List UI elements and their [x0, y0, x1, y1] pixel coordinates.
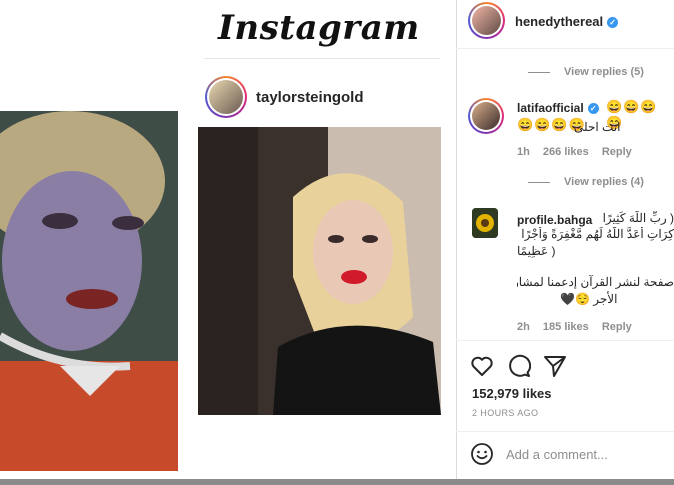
comment-text: انت احلى [574, 120, 621, 134]
comment-avatar[interactable] [472, 208, 498, 238]
comment-meta: 2h 185 likes Reply [517, 321, 642, 333]
comment-text: كِرَاتِ أَعَدَّ اللَّهُ لَهُم مَّغْفِرَة… [521, 227, 674, 241]
like-heart-icon[interactable] [470, 354, 494, 378]
instagram-logo: Instagram [218, 8, 420, 48]
comment-time[interactable]: 1h [517, 146, 530, 158]
replies-line-icon [528, 181, 550, 183]
sunflower-icon [472, 208, 498, 238]
divider [456, 48, 674, 49]
view-replies-button[interactable]: View replies (4) [528, 176, 644, 188]
verified-badge-icon: ✓ [587, 103, 599, 114]
comment-likes[interactable]: 266 likes [543, 146, 589, 158]
comment-meta: 1h 266 likes Reply [517, 146, 642, 158]
comment-text: صفحة لنشر القرآن إدعمنا لمشاركة [517, 275, 674, 289]
left-portrait-illustration [0, 111, 178, 471]
divider [456, 431, 674, 432]
share-paper-plane-icon[interactable] [543, 354, 567, 378]
post-photo [198, 127, 441, 415]
add-comment-input[interactable] [506, 444, 666, 464]
comment-text: ( عَظِيمًا [517, 244, 556, 258]
bottom-bar [0, 479, 674, 485]
view-replies-label[interactable]: View replies (5) [564, 66, 644, 78]
comment-text: الأجر 😌🖤 [560, 292, 618, 306]
view-replies-button[interactable]: View replies (5) [528, 66, 644, 78]
divider [204, 58, 440, 59]
comment-bubble-icon[interactable] [507, 354, 532, 378]
reply-button[interactable]: Reply [602, 146, 632, 158]
post-author-username[interactable]: taylorsteingold [256, 89, 364, 106]
post-photo-illustration [198, 127, 441, 415]
view-replies-label[interactable]: View replies (4) [564, 176, 644, 188]
post-author-avatar[interactable] [205, 76, 247, 118]
header-username[interactable]: henedythereal ✓ [515, 14, 619, 29]
comment-time[interactable]: 2h [517, 321, 530, 333]
header-avatar[interactable] [468, 2, 505, 39]
comment-text: ( ربِّ اللَّهَ كَثِيرًا [602, 211, 674, 225]
replies-line-icon [528, 71, 550, 73]
post-timestamp: 2 HOURS AGO [472, 408, 539, 418]
divider [456, 340, 674, 341]
comment-username-text[interactable]: latifaofficial [517, 101, 584, 115]
comment-username[interactable]: latifaofficial ✓ [517, 101, 599, 115]
likes-count[interactable]: 152,979 likes [472, 386, 552, 401]
comment-likes[interactable]: 185 likes [543, 321, 589, 333]
comment-avatar[interactable] [468, 98, 504, 134]
comment-username[interactable]: profile.bahga [517, 213, 592, 227]
header-username-text[interactable]: henedythereal [515, 14, 603, 29]
reply-button[interactable]: Reply [602, 321, 632, 333]
left-portrait-photo [0, 111, 178, 471]
verified-badge-icon: ✓ [607, 17, 619, 28]
emoji-smiley-icon[interactable] [470, 442, 494, 466]
